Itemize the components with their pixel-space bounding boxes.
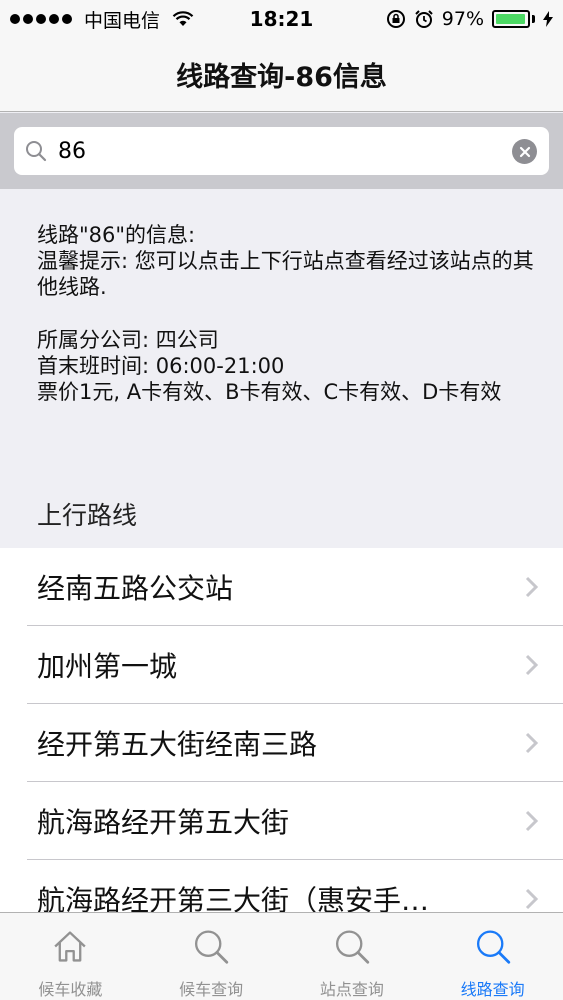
stop-label: 经开第五大街经南三路 [37,728,318,761]
info-tip: 温馨提示: 您可以点击上下行站点查看经过该站点的其他线路. [37,249,534,299]
info-hours: 首末班时间: 06:00-21:00 [37,354,285,378]
clear-icon[interactable] [512,139,537,164]
alarm-icon [415,10,433,28]
tab-label: 候车查询 [179,980,244,999]
tab-label: 线路查询 [460,980,525,999]
tab-bar: 候车收藏 候车查询 站点查询 线路查询 [0,912,563,1000]
chevron-right-icon [525,810,539,832]
chevron-right-icon [525,654,539,676]
page-title: 线路查询-86信息 [176,62,387,93]
status-bar: 中国电信 18:21 97% [0,0,563,38]
battery-icon [492,10,535,28]
stop-label: 经南五路公交站 [37,572,234,605]
list-item[interactable]: 加州第一城 [0,626,563,704]
section-header-up-route: 上行路线 [37,501,138,530]
search-input[interactable] [58,138,478,164]
info-company: 所属分公司: 四公司 [37,328,219,352]
chevron-right-icon [525,576,539,598]
rotation-lock-icon [386,10,405,28]
info-heading: 线路"86"的信息: [37,223,196,247]
search-box[interactable] [14,127,549,175]
home-icon [54,931,87,962]
list-item[interactable]: 经开第五大街经南三路 [0,704,563,782]
list-item[interactable]: 航海路经开第五大街 [0,782,563,860]
list-item[interactable]: 经南五路公交站 [0,548,563,626]
search-icon [195,930,229,964]
chevron-right-icon [525,732,539,754]
status-right: 97% [386,0,553,38]
search-icon [476,930,510,964]
tab-route-query[interactable]: 线路查询 [422,913,563,1000]
tab-station-query[interactable]: 站点查询 [282,913,423,1000]
stop-label: 加州第一城 [37,650,178,683]
stop-label: 航海路经开第五大街 [37,806,290,839]
route-info: 线路"86"的信息: 温馨提示: 您可以点击上下行站点查看经过该站点的其他线路.… [37,222,537,405]
stop-list: 经南五路公交站 加州第一城 经开第五大街经南三路 航海路经开第五大街 航海路经开… [0,548,563,938]
search-icon [26,141,47,162]
tab-label: 候车收藏 [38,980,103,999]
info-fare: 票价1元, A卡有效、B卡有效、C卡有效、D卡有效 [37,380,502,404]
chevron-right-icon [525,888,539,910]
charging-icon [543,11,553,27]
search-icon [335,930,370,964]
battery-percent: 97% [441,8,484,30]
tab-wait-query[interactable]: 候车查询 [141,913,282,1000]
tab-label: 站点查询 [319,980,384,999]
tab-favorites[interactable]: 候车收藏 [0,913,141,1000]
navigation-bar: 线路查询-86信息 [0,38,563,112]
search-bar [0,113,563,189]
